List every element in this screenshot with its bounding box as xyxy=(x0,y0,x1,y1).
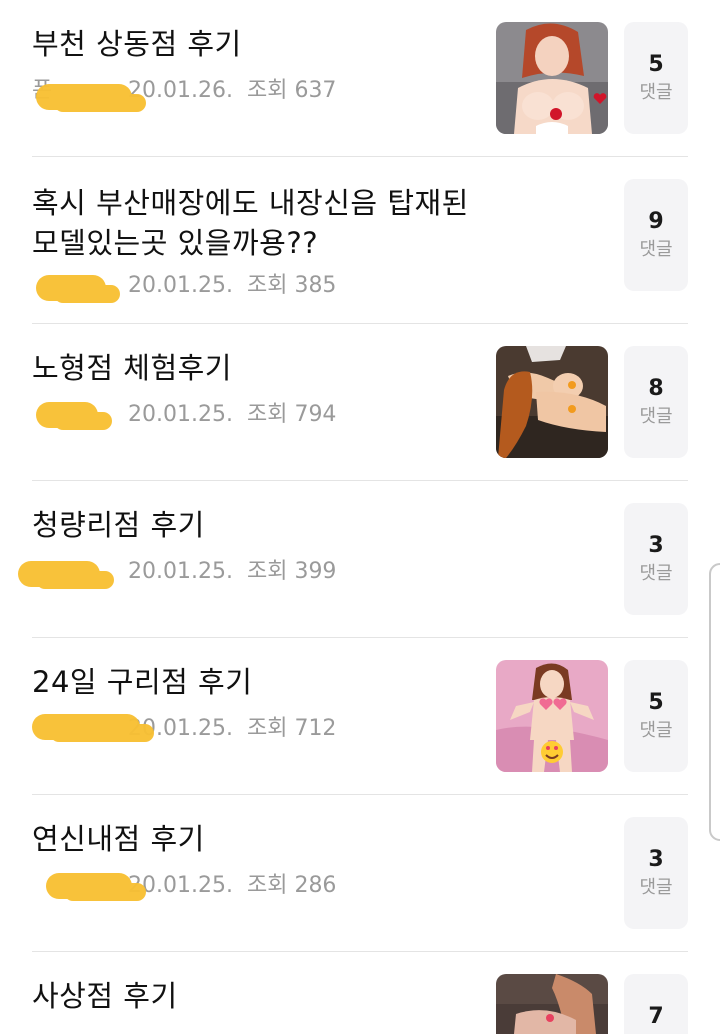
post-title[interactable]: 사상점 후기 xyxy=(32,976,472,1016)
comment-label: 댓글 xyxy=(639,82,673,103)
comment-count-box[interactable]: 5 댓글 xyxy=(624,22,688,134)
post-title[interactable]: 연신내점 후기 xyxy=(32,819,472,859)
post-views: 조회 637 xyxy=(246,78,337,103)
author-redaction xyxy=(18,561,114,589)
comment-label: 댓글 xyxy=(639,563,673,584)
post-title[interactable]: 24일 구리점 후기 xyxy=(32,662,472,702)
comment-count: 3 xyxy=(648,533,664,558)
list-item[interactable]: 부천 상동점 후기 폰20.01.26.조회 637 5 댓글 xyxy=(32,0,688,157)
author-redaction xyxy=(46,873,146,901)
post-views: 조회 712 xyxy=(246,716,337,741)
list-item[interactable]: 혹시 부산매장에도 내장신음 탑재된 모델있는곳 있을까용?? 20.01.25… xyxy=(32,157,688,324)
scrollbar[interactable] xyxy=(709,563,720,841)
list-item[interactable]: 24일 구리점 후기 20.01.25. 조회 712 5 댓글 xyxy=(32,638,688,795)
author-redaction xyxy=(36,275,120,303)
comment-label: 댓글 xyxy=(639,720,673,741)
author-redaction xyxy=(32,714,154,742)
comment-label: 댓글 xyxy=(639,406,673,427)
comment-count: 5 xyxy=(648,690,664,715)
post-title[interactable]: 노형점 체험후기 xyxy=(32,348,472,388)
post-thumbnail[interactable] xyxy=(496,22,608,134)
thumbnail-image xyxy=(496,974,608,1034)
post-views: 조회 286 xyxy=(246,873,337,898)
thumbnail-image xyxy=(496,22,608,134)
comment-count: 5 xyxy=(648,52,664,77)
post-views: 조회 399 xyxy=(246,559,337,584)
comment-count: 7 xyxy=(648,1004,664,1029)
post-date: 20.01.25. xyxy=(128,559,233,584)
author-redaction xyxy=(36,402,112,430)
post-list: 부천 상동점 후기 폰20.01.26.조회 637 5 댓글 xyxy=(0,0,720,1034)
post-title[interactable]: 혹시 부산매장에도 내장신음 탑재된 모델있는곳 있을까용?? xyxy=(32,183,472,263)
comment-count-box[interactable]: 3 댓글 xyxy=(624,503,688,615)
list-item[interactable]: 연신내점 후기 20.01.25. 조회 286 3 댓글 xyxy=(32,795,688,952)
comment-count: 8 xyxy=(648,376,664,401)
post-date: 20.01.25. xyxy=(128,273,233,298)
list-item[interactable]: 사상점 후기 7 xyxy=(32,952,688,1034)
post-date: 20.01.25. xyxy=(128,402,233,427)
thumbnail-image xyxy=(496,660,608,772)
post-title[interactable]: 청량리점 후기 xyxy=(32,505,472,545)
post-title[interactable]: 부천 상동점 후기 xyxy=(32,24,472,64)
list-item[interactable]: 노형점 체험후기 20.01.25. 조회 794 8 댓글 xyxy=(32,324,688,481)
comment-count-box[interactable]: 8 댓글 xyxy=(624,346,688,458)
author-redaction xyxy=(36,84,146,112)
post-views: 조회 385 xyxy=(246,273,337,298)
comment-count: 3 xyxy=(648,847,664,872)
thumbnail-image xyxy=(496,346,608,458)
post-thumbnail[interactable] xyxy=(496,974,608,1034)
post-views: 조회 794 xyxy=(246,402,337,427)
comment-count-box[interactable]: 9 댓글 xyxy=(624,179,688,291)
comment-count: 9 xyxy=(648,209,664,234)
comment-count-box[interactable]: 5 댓글 xyxy=(624,660,688,772)
comment-count-box[interactable]: 3 댓글 xyxy=(624,817,688,929)
post-thumbnail[interactable] xyxy=(496,346,608,458)
comment-label: 댓글 xyxy=(639,877,673,898)
post-thumbnail[interactable] xyxy=(496,660,608,772)
list-item[interactable]: 청량리점 후기 20.01.25. 조회 399 3 댓글 xyxy=(18,481,688,638)
comment-label: 댓글 xyxy=(639,239,673,260)
comment-count-box[interactable]: 7 xyxy=(624,974,688,1034)
